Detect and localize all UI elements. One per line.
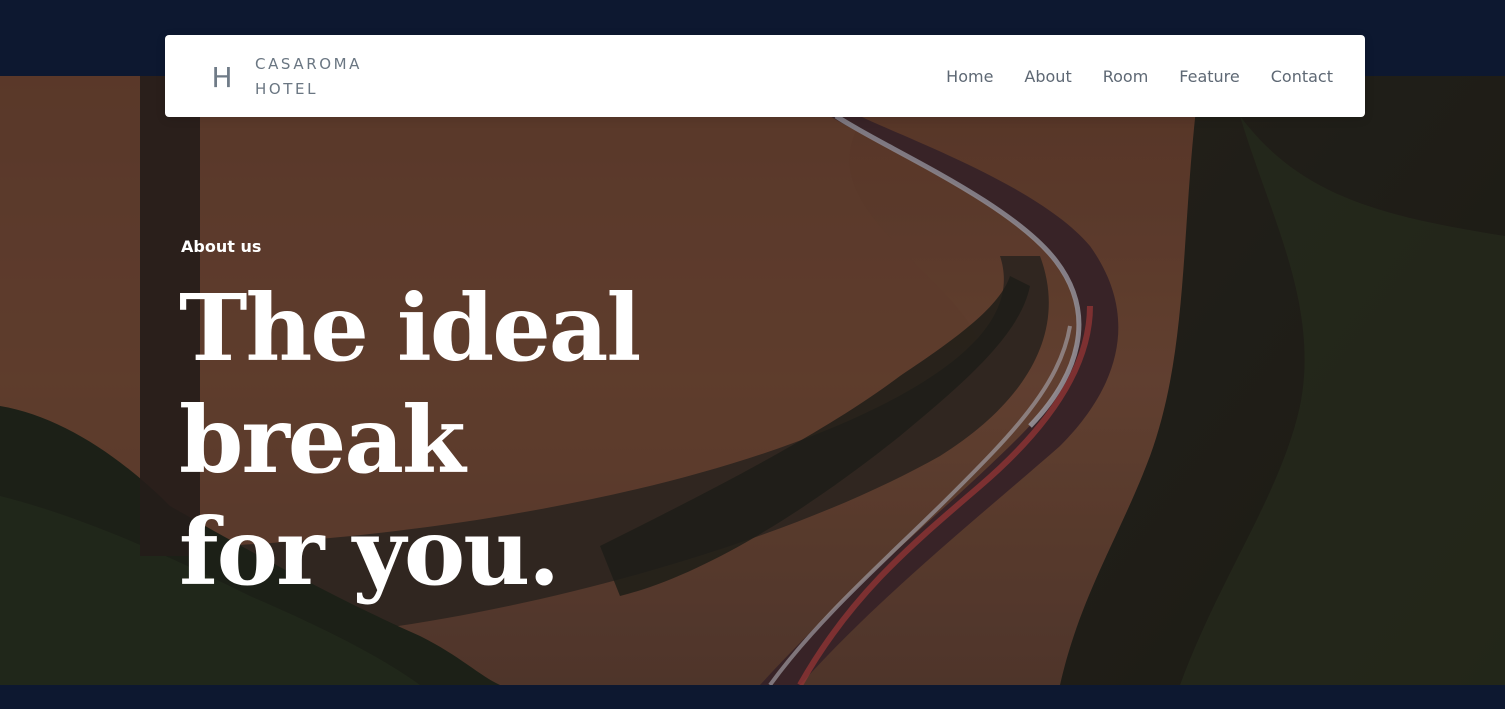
hero-headline-line1: The ideal break: [179, 274, 641, 494]
main-nav: Home About Room Feature Contact: [915, 35, 1333, 117]
navbar: H CASAROMA HOTEL Home About Room Feature…: [165, 35, 1365, 117]
brand-name-line2: HOTEL: [255, 80, 319, 98]
nav-link-room[interactable]: Room: [1103, 67, 1149, 86]
brand-name: CASAROMA HOTEL: [255, 52, 362, 102]
brand-mark: H: [211, 60, 233, 94]
bottom-band: [0, 685, 1505, 709]
hero-headline-line2: for you.: [179, 498, 560, 606]
brand-name-line1: CASAROMA: [255, 55, 363, 73]
nav-link-about[interactable]: About: [1024, 67, 1071, 86]
page: H CASAROMA HOTEL Home About Room Feature…: [0, 0, 1505, 709]
nav-link-contact[interactable]: Contact: [1271, 67, 1333, 86]
hero-headline: The ideal break for you.: [179, 272, 939, 608]
nav-link-feature[interactable]: Feature: [1179, 67, 1239, 86]
nav-link-home[interactable]: Home: [946, 67, 993, 86]
brand-logo-link[interactable]: H CASAROMA HOTEL: [207, 51, 362, 103]
hero-eyebrow: About us: [181, 237, 262, 256]
